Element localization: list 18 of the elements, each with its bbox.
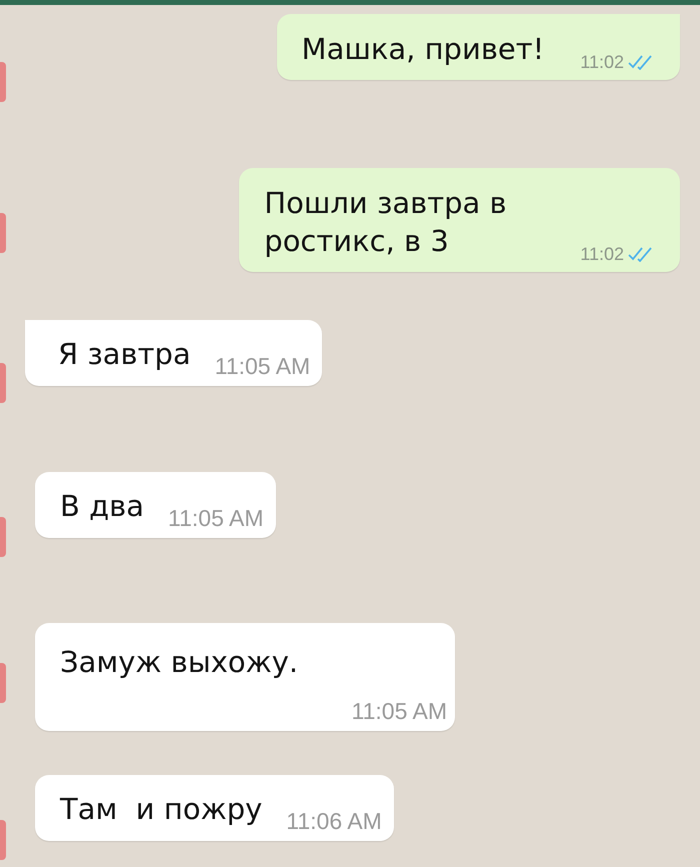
message-time: 11:05 AM [214,353,310,379]
message-time: 11:05 AM [352,698,447,724]
message-text: Машка, привет! [302,31,544,68]
message-time: 11:02 [580,52,624,72]
message-time: 11:06 AM [286,808,382,834]
edge-marker [0,62,6,102]
message-time: 11:02 [580,244,624,264]
edge-marker [0,820,6,860]
edge-marker [0,663,6,703]
message-text: Я завтра [58,336,191,373]
message-text: Замуж выхожу. [60,644,300,681]
edge-marker [0,363,6,403]
message-text: Пошли завтра в ростикс, в 3 [264,185,508,260]
message-text: В два [60,488,144,525]
edge-marker [0,213,6,253]
message-time: 11:05 AM [168,505,264,531]
message-text: Там и пожру [60,791,262,828]
edge-marker [0,517,6,557]
